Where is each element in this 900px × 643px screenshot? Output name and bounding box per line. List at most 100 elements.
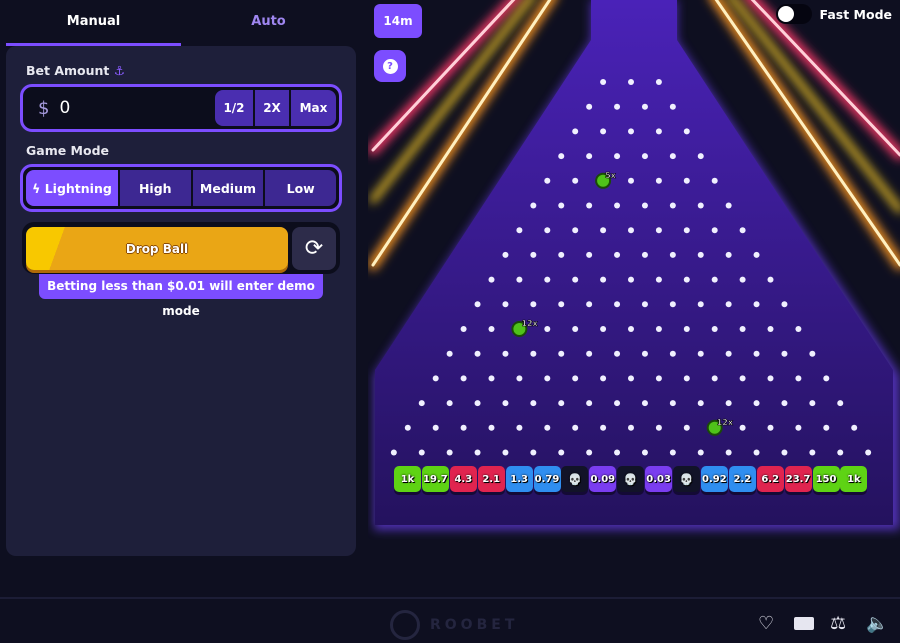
peg [753, 350, 760, 357]
peg [683, 227, 690, 234]
mode-lightning-label: Lightning [44, 180, 112, 196]
peg [418, 400, 425, 407]
peg [767, 375, 774, 382]
lightning-peg-label: 12x [717, 418, 734, 427]
peg [474, 350, 481, 357]
peg [655, 276, 662, 283]
peg [488, 375, 495, 382]
balance-scale-icon[interactable]: ⚖ [830, 613, 846, 634]
peg [404, 424, 411, 431]
drop-ball-button[interactable]: Drop Ball [26, 227, 288, 270]
peg [488, 276, 495, 283]
skull-icon: 💀 [561, 466, 589, 492]
mode-lightning[interactable]: ϟ Lightning [26, 170, 118, 206]
peg [530, 449, 537, 456]
bet-amount-field[interactable]: $ 0 1/2 2X Max [20, 84, 342, 132]
fast-mode-switch[interactable] [775, 4, 812, 24]
peg [809, 400, 816, 407]
help-button[interactable]: ? [374, 50, 406, 82]
peg [390, 449, 397, 456]
peg [530, 350, 537, 357]
peg [739, 227, 746, 234]
mode-medium[interactable]: Medium [192, 170, 264, 206]
peg [753, 400, 760, 407]
peg [544, 375, 551, 382]
multiplier-slot: 0.92 [700, 466, 728, 492]
peg [544, 227, 551, 234]
peg [711, 326, 718, 332]
peg [697, 251, 704, 258]
fast-mode-label: Fast Mode [819, 6, 892, 22]
peg [544, 326, 551, 332]
half-bet-button[interactable]: 1/2 [215, 90, 253, 126]
joystick-icon: ⚓ [113, 63, 125, 78]
bet-amount-input[interactable]: 0 [59, 98, 213, 118]
multiplier-slot: 1k [394, 466, 421, 492]
peg [614, 103, 621, 110]
peg [544, 177, 551, 184]
peg [669, 400, 676, 407]
peg [641, 400, 648, 407]
peg [823, 424, 830, 431]
help-icon: ? [382, 58, 398, 74]
peg [641, 153, 648, 160]
drop-controls: Drop Ball ⟳ [22, 222, 340, 274]
peg [767, 326, 774, 332]
rows-badge[interactable]: 14m [374, 4, 422, 38]
peg [614, 202, 621, 209]
peg [502, 251, 509, 258]
peg [767, 424, 774, 431]
keyboard-icon[interactable] [794, 617, 814, 630]
refresh-icon: ⟳ [304, 236, 324, 261]
fast-mode-toggle[interactable]: Fast Mode [775, 4, 892, 24]
peg [697, 202, 704, 209]
peg [530, 400, 537, 407]
multiplier-slot: 1.3 [505, 466, 533, 492]
mode-high[interactable]: High [119, 170, 191, 206]
peg [641, 449, 648, 456]
peg [795, 424, 802, 431]
peg [446, 400, 453, 407]
peg [572, 227, 579, 234]
peg [655, 375, 662, 382]
peg [600, 375, 607, 382]
multiplier-slot: 150 [812, 466, 840, 492]
peg [628, 227, 634, 234]
peg [516, 424, 523, 431]
peg [586, 251, 593, 258]
peg [697, 301, 704, 308]
peg [683, 326, 690, 332]
peg [628, 177, 634, 184]
mode-low[interactable]: Low [265, 170, 337, 206]
peg [502, 449, 509, 456]
peg [683, 128, 690, 135]
tab-manual[interactable]: Manual [6, 0, 181, 46]
peg [558, 449, 565, 456]
tab-auto[interactable]: Auto [181, 0, 356, 46]
peg [655, 177, 662, 184]
heart-icon[interactable]: ♡ [758, 613, 774, 634]
peg [432, 375, 439, 382]
max-bet-button[interactable]: Max [291, 90, 336, 126]
bet-amount-label: Bet Amount ⚓ [26, 63, 125, 78]
peg [586, 350, 593, 357]
peg [641, 350, 648, 357]
multiplier-slot: 6.2 [756, 466, 784, 492]
peg [753, 449, 760, 456]
peg [683, 375, 690, 382]
volume-icon[interactable]: 🔈 [866, 613, 888, 634]
peg [767, 276, 774, 283]
lightning-peg-label: 5x [605, 171, 617, 180]
autobet-refresh-button[interactable]: ⟳ [292, 227, 336, 270]
peg [809, 449, 816, 456]
peg [474, 301, 481, 308]
peg [558, 153, 565, 160]
dollar-icon: $ [38, 97, 50, 119]
double-bet-button[interactable]: 2X [255, 90, 289, 126]
peg [795, 326, 802, 332]
peg [781, 449, 788, 456]
peg [837, 400, 844, 407]
footer: ROOBET ♡ ⚖ 🔈 [0, 597, 900, 643]
peg [669, 350, 676, 357]
peg [739, 424, 746, 431]
